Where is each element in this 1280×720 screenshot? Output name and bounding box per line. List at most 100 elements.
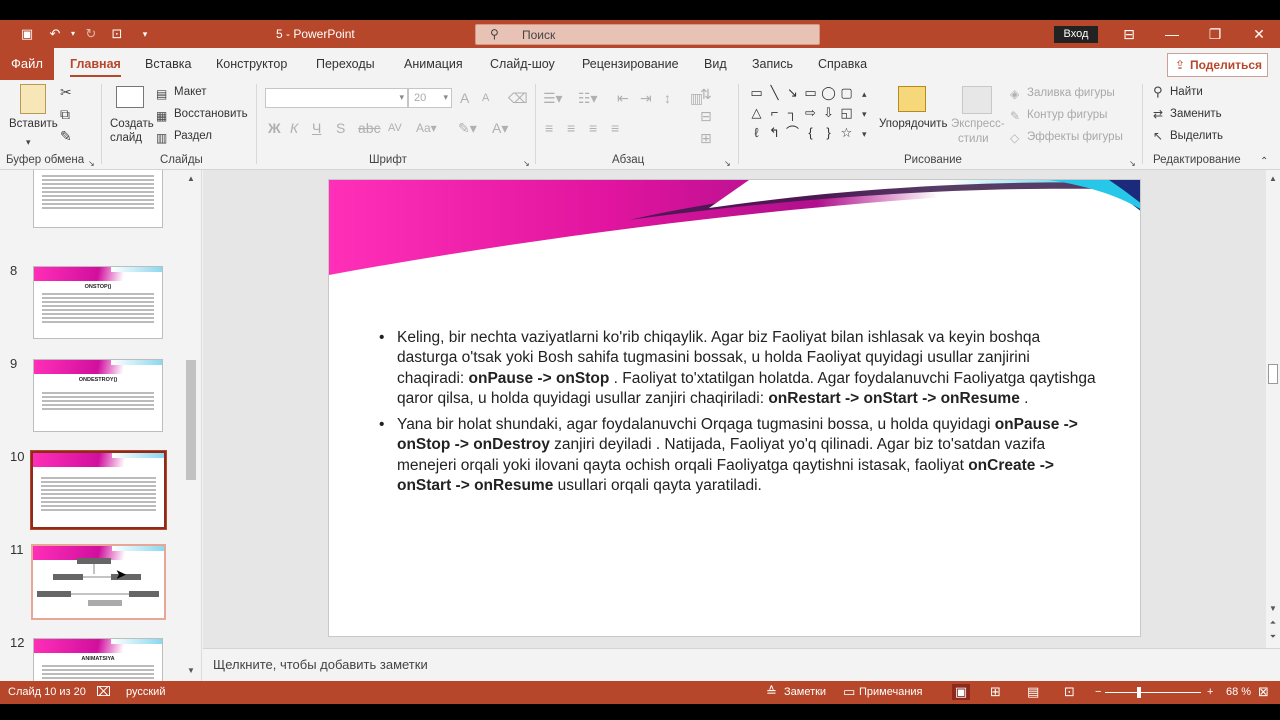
copy-icon[interactable]: ⧉ <box>60 106 70 122</box>
right-arrow-shape-icon[interactable]: ⇨ <box>802 104 819 121</box>
scroll-thumb[interactable] <box>186 360 196 480</box>
brace-left-shape-icon[interactable]: { <box>802 124 819 141</box>
smartart-icon[interactable]: ⊞ <box>700 130 712 146</box>
font-name-select[interactable]: ▾ <box>265 88 408 108</box>
redo-icon[interactable]: ↻ <box>82 25 100 43</box>
slide-thumbnail-selected[interactable] <box>30 450 167 530</box>
bullets-icon[interactable]: ☰▾ <box>543 90 563 106</box>
quick-styles-icon[interactable] <box>962 86 992 114</box>
tab-help[interactable]: Справка <box>818 48 867 80</box>
strikethrough-icon[interactable]: abc <box>358 120 381 136</box>
curve-shape-icon[interactable]: ℓ <box>748 124 765 141</box>
rounded-rect-shape-icon[interactable]: ▢ <box>838 84 855 101</box>
tab-view[interactable]: Вид <box>704 48 727 80</box>
down-arrow-shape-icon[interactable]: ⇩ <box>820 104 837 121</box>
rectangle-shape-icon[interactable]: ▭ <box>802 84 819 101</box>
align-right-icon[interactable]: ≡ <box>589 120 597 136</box>
align-text-icon[interactable]: ⊟ <box>700 108 712 124</box>
paste-button[interactable]: Вставить <box>9 118 58 130</box>
paste-icon[interactable] <box>20 84 46 114</box>
arc-shape-icon[interactable]: ⌒ <box>784 124 801 141</box>
language-indicator[interactable]: русский <box>126 686 165 698</box>
textbox-shape-icon[interactable]: ▭ <box>748 84 765 101</box>
change-case-icon[interactable]: Aa▾ <box>416 120 437 136</box>
search-box[interactable]: ⚲ Поиск <box>475 24 820 45</box>
elbow-shape-icon[interactable]: ┐ <box>784 104 801 121</box>
bold-icon[interactable]: Ж <box>268 120 281 136</box>
decrease-indent-icon[interactable]: ⇤ <box>617 90 629 106</box>
login-button[interactable]: Вход <box>1054 26 1098 43</box>
select-button[interactable]: Выделить <box>1170 130 1223 142</box>
section-button[interactable]: Раздел <box>174 130 212 142</box>
justify-icon[interactable]: ≡ <box>611 120 619 136</box>
slide-content-placeholder[interactable]: Keling, bir nechta vaziyatlarni ko'rib c… <box>379 328 1099 502</box>
slide-canvas[interactable]: Keling, bir nechta vaziyatlarni ko'rib c… <box>328 179 1141 637</box>
comments-icon[interactable]: ▭ <box>843 684 855 700</box>
tab-transitions[interactable]: Переходы <box>316 48 375 80</box>
arrange-button[interactable]: Упорядочить <box>879 118 947 130</box>
char-spacing-icon[interactable]: AV <box>388 120 402 136</box>
gallery-up-icon[interactable]: ▴ <box>862 86 867 102</box>
arrange-icon[interactable] <box>898 86 926 112</box>
cut-icon[interactable]: ✂ <box>60 84 72 100</box>
restore-icon[interactable]: ❐ <box>1200 24 1230 44</box>
align-center-icon[interactable]: ≡ <box>567 120 575 136</box>
brace-right-shape-icon[interactable]: } <box>820 124 837 141</box>
tab-animations[interactable]: Анимация <box>404 48 463 80</box>
find-button[interactable]: Найти <box>1170 86 1203 98</box>
shrink-font-icon[interactable]: A <box>482 90 489 106</box>
customize-qat-icon[interactable]: ▾ <box>136 25 154 43</box>
quick-styles-button[interactable]: Экспресс- <box>951 118 1005 130</box>
prev-slide-icon[interactable]: ⏶ <box>1266 616 1280 630</box>
normal-view-icon[interactable]: ▣ <box>952 684 970 700</box>
slide-thumbnail[interactable] <box>33 170 163 228</box>
align-left-icon[interactable]: ≡ <box>545 120 553 136</box>
font-size-select[interactable]: 20 ▾ <box>408 88 452 108</box>
shape-fill-button[interactable]: Заливка фигуры <box>1027 87 1115 99</box>
tab-record[interactable]: Запись <box>752 48 793 80</box>
tab-file[interactable]: Файл <box>0 48 54 80</box>
underline-icon[interactable]: Ч <box>312 120 321 136</box>
reading-view-icon[interactable]: ▤ <box>1027 684 1039 700</box>
scroll-down-icon[interactable]: ▼ <box>184 664 198 678</box>
clear-format-icon[interactable]: ⌫ <box>508 90 528 106</box>
undo-dropdown-icon[interactable]: ▾ <box>64 25 82 43</box>
triangle-shape-icon[interactable]: △ <box>748 104 765 121</box>
zoom-out-icon[interactable]: − <box>1095 686 1101 698</box>
quick-styles-button-line2[interactable]: стили <box>958 133 989 145</box>
arrow-shape-icon[interactable]: ↘ <box>784 84 801 101</box>
save-icon[interactable]: ▣ <box>18 25 36 43</box>
tab-design[interactable]: Конструктор <box>216 48 287 80</box>
freeform-shape-icon[interactable]: ↰ <box>766 124 783 141</box>
tab-home[interactable]: Главная <box>70 48 121 80</box>
slide-sorter-icon[interactable]: ⊞ <box>990 684 1001 700</box>
zoom-slider-thumb[interactable] <box>1137 687 1141 698</box>
connector-shape-icon[interactable]: ⌐ <box>766 104 783 121</box>
format-painter-icon[interactable]: ✎ <box>60 128 72 144</box>
slide-thumbnail[interactable]: ONSTOP() <box>33 266 163 339</box>
zoom-slider[interactable] <box>1105 692 1201 693</box>
text-direction-icon[interactable]: ⇅ <box>700 86 712 102</box>
zoom-in-icon[interactable]: + <box>1207 686 1213 698</box>
gallery-more-icon[interactable]: ▾ <box>862 126 867 142</box>
reset-button[interactable]: Восстановить <box>174 108 248 120</box>
paste-dropdown-icon[interactable]: ▾ <box>26 134 31 150</box>
new-slide-button[interactable]: Создать <box>110 118 154 130</box>
minimize-icon[interactable]: — <box>1157 24 1187 44</box>
scroll-up-icon[interactable]: ▲ <box>184 172 198 186</box>
replace-button[interactable]: Заменить <box>1170 108 1222 120</box>
layout-button[interactable]: Макет <box>174 86 207 98</box>
shapes-gallery[interactable]: ▭ ╲ ↘ ▭ ◯ ▢ △ ⌐ ┐ ⇨ ⇩ ◱ ℓ ↰ ⌒ { } ☆ <box>746 82 862 144</box>
new-slide-button-line2[interactable]: слайд <box>110 132 142 144</box>
slideshow-view-icon[interactable]: ⊡ <box>1064 684 1075 700</box>
slide-thumbnail[interactable]: ANIMATSIYA <box>33 638 163 681</box>
share-button[interactable]: ⇪ Поделиться <box>1167 53 1268 77</box>
notes-toggle[interactable]: Заметки <box>784 686 826 698</box>
line-spacing-icon[interactable]: ↕ <box>664 90 671 106</box>
notes-pane[interactable]: Щелкните, чтобы добавить заметки <box>203 648 1280 681</box>
next-slide-icon[interactable]: ⏷ <box>1266 630 1280 644</box>
scroll-up-icon[interactable]: ▲ <box>1266 172 1280 186</box>
shape-effects-button[interactable]: Эффекты фигуры <box>1027 131 1123 143</box>
start-slideshow-icon[interactable]: ⊡ <box>108 25 126 43</box>
tab-slideshow[interactable]: Слайд-шоу <box>490 48 555 80</box>
